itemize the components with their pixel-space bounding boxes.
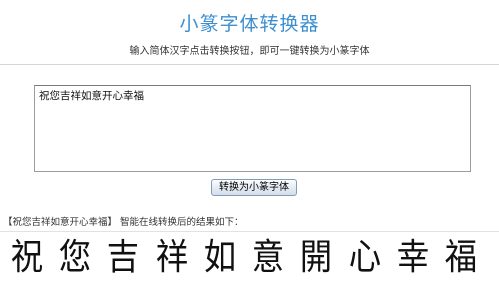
seal-glyph: 祥: [155, 237, 188, 278]
seal-glyph: 您: [59, 237, 92, 278]
result-divider: [0, 231, 499, 232]
top-divider: [0, 64, 499, 65]
seal-glyph: 開: [300, 237, 333, 278]
seal-glyph: 吉: [107, 237, 140, 278]
seal-glyph: 祝: [10, 237, 44, 278]
result-caption: 【祝您吉祥如意开心幸福】 智能在线转换后的结果如下：: [3, 217, 244, 228]
page-subtitle: 输入简体汉字点击转换按钮，即可一键转换为小篆字体: [129, 46, 370, 57]
page-title: 小篆字体转换器: [179, 13, 320, 35]
seal-script-result: 祝 您 吉 祥 如 意 開 心 幸 福: [9, 236, 479, 280]
seal-glyph: 如: [203, 237, 237, 278]
seal-glyph: 心: [348, 237, 381, 278]
seal-glyph: 福: [444, 237, 478, 278]
seal-glyph: 意: [251, 237, 285, 278]
convert-to-seal-script-button[interactable]: 转换为小篆字体: [211, 179, 297, 196]
seal-glyph: 幸: [396, 237, 429, 278]
text-input[interactable]: 祝您吉祥如意开心幸福: [34, 85, 471, 172]
